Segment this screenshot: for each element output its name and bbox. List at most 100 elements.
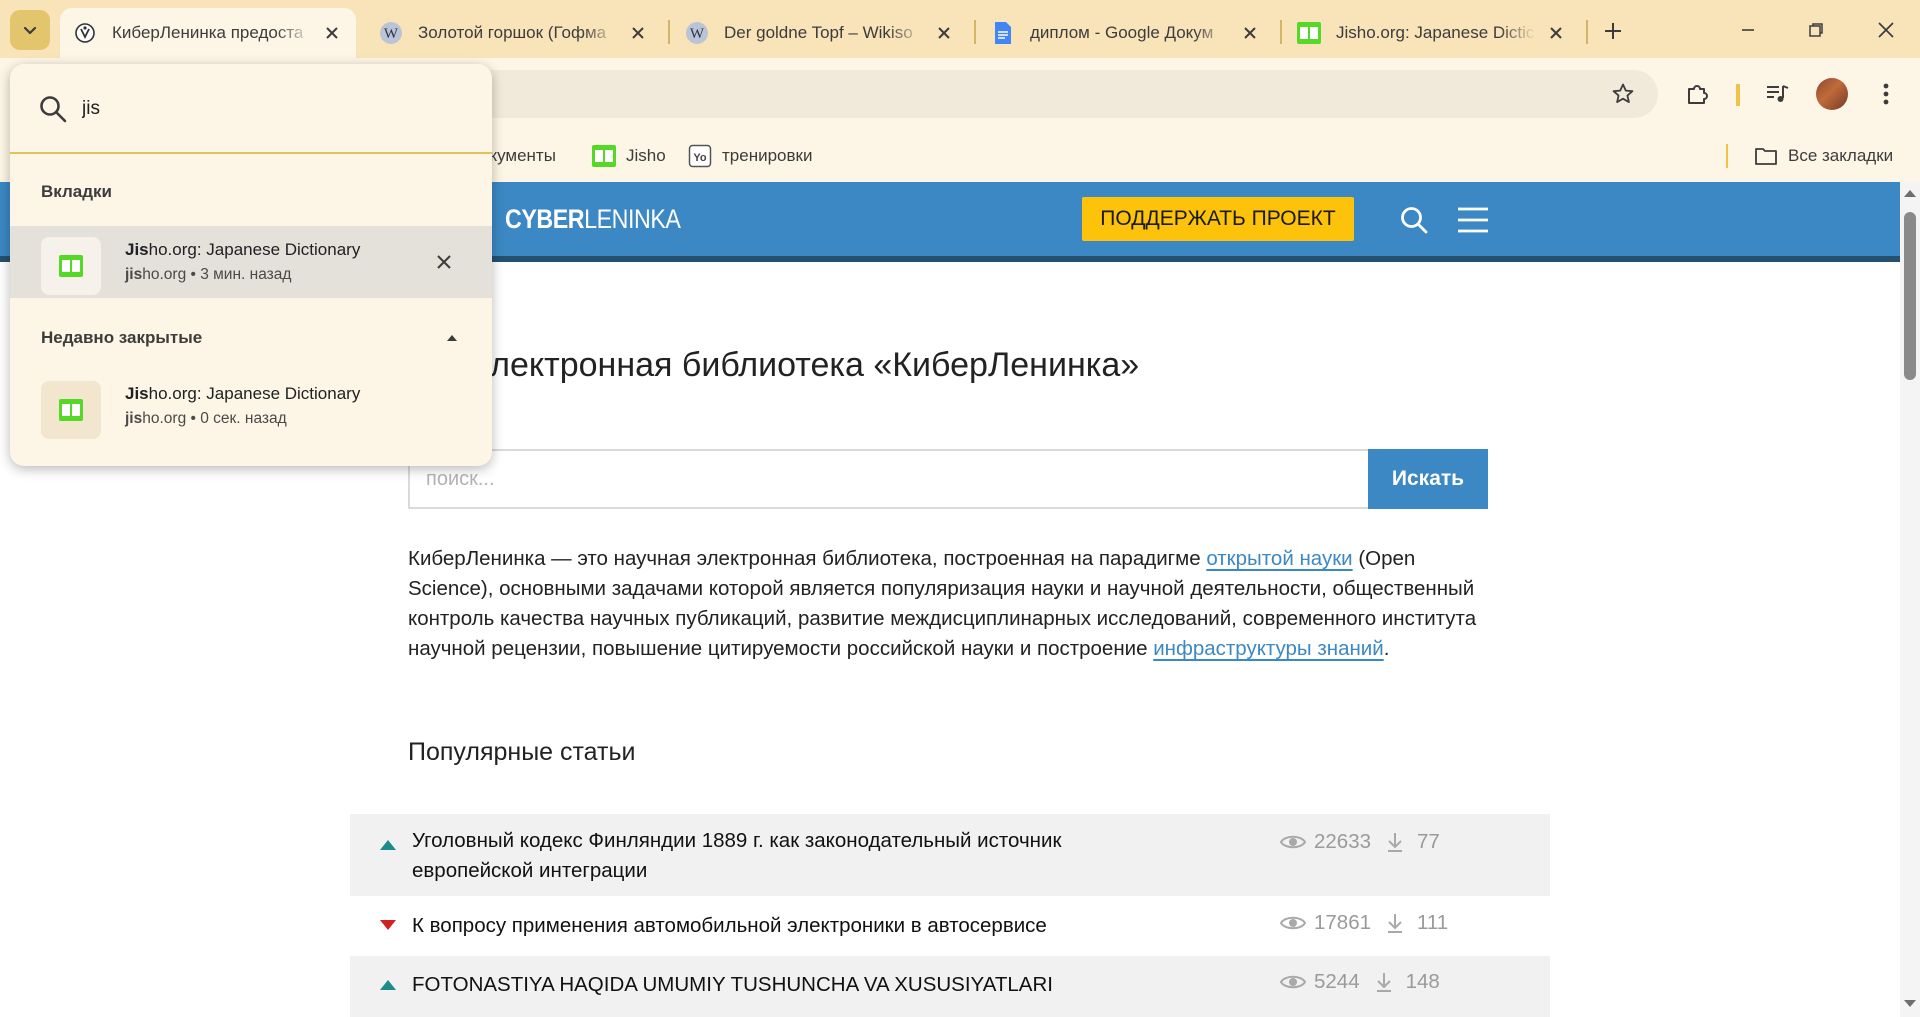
toolbar-divider <box>1738 84 1740 106</box>
chevron-down-icon <box>23 26 37 35</box>
page-scrollbar[interactable] <box>1900 182 1920 1017</box>
download-icon <box>1376 973 1391 992</box>
trend-up-icon <box>380 840 396 850</box>
logo-bold: CYBER <box>505 204 585 234</box>
article-title[interactable]: Уголовный кодекс Финляндии 1889 г. как з… <box>412 826 1142 886</box>
knowledge-infrastructure-link[interactable]: инфраструктуры знаний <box>1153 637 1384 660</box>
media-controls-button[interactable] <box>1756 72 1800 116</box>
article-title[interactable]: К вопросу применения автомобильной элект… <box>412 911 1142 941</box>
bookmark-trainings[interactable]: Yo тренировки <box>688 142 812 170</box>
tab-search-box <box>10 64 492 154</box>
tab-search-button[interactable] <box>10 10 50 50</box>
address-bar[interactable] <box>380 70 1658 118</box>
tab-google-docs[interactable]: диплом - Google Докум <box>978 8 1274 58</box>
result-title: Jisho.org: Japanese Dictionary <box>125 384 360 404</box>
recently-closed-section-title[interactable]: Недавно закрытые <box>41 328 202 348</box>
bookmark-star-button[interactable] <box>1600 71 1646 117</box>
site-search-form: Искать <box>408 449 1488 509</box>
more-vertical-icon <box>1883 83 1889 105</box>
result-subtitle: jisho.org • 3 мин. назад <box>125 266 291 284</box>
jisho-icon <box>1296 20 1322 46</box>
result-meta: • 0 сек. назад <box>186 410 287 427</box>
toolbar-divider <box>1736 84 1738 106</box>
minimize-button[interactable] <box>1724 12 1772 48</box>
tab-title: Jisho.org: Japanese Dictic <box>1336 23 1535 42</box>
tab-jisho[interactable]: Jisho.org: Japanese Dictic <box>1284 8 1580 58</box>
collapse-caret-icon[interactable] <box>447 335 457 341</box>
tab-separator <box>974 20 976 44</box>
all-bookmarks-label: Все закладки <box>1788 146 1894 165</box>
page-title: ная электронная библиотека «КиберЛенинка… <box>408 346 1140 384</box>
site-logo[interactable]: CYBERLENINKA <box>505 204 681 235</box>
article-title[interactable]: FOTONASTIYA HAQIDA UMUMIY TUSHUNCHA VA X… <box>412 970 1142 1000</box>
close-tab-icon[interactable] <box>626 21 650 45</box>
intro-paragraph: КиберЛенинка — это научная электронная б… <box>408 544 1490 664</box>
intro-text: . <box>1383 637 1390 660</box>
bookmark-label: Jisho <box>626 146 666 165</box>
site-search-input[interactable] <box>408 449 1368 509</box>
all-bookmarks-button[interactable]: Все закладки <box>1754 142 1893 170</box>
result-title: Jisho.org: Japanese Dictionary <box>125 240 360 260</box>
domain-rest: ho.org <box>142 266 187 283</box>
tab-separator <box>668 20 670 44</box>
domain-match: jis <box>125 410 143 427</box>
intro-text: КиберЛенинка — это научная электронная б… <box>408 547 1207 570</box>
browser-menu-button[interactable] <box>1864 72 1908 116</box>
scroll-down-icon[interactable] <box>1904 1000 1916 1007</box>
extensions-button[interactable] <box>1676 72 1720 116</box>
tab-wikisource[interactable]: W Der goldne Topf – Wikiso <box>672 8 968 58</box>
close-window-button[interactable] <box>1862 12 1910 48</box>
recently-closed-result[interactable]: Jisho.org: Japanese Dictionary jisho.org… <box>10 370 492 442</box>
downloads-count: 77 <box>1417 830 1440 853</box>
new-tab-button[interactable] <box>1596 14 1630 48</box>
article-row[interactable]: FOTONASTIYA HAQIDA UMUMIY TUSHUNCHA VA X… <box>350 956 1550 1017</box>
article-stats: 17861 111 <box>1280 911 1448 935</box>
result-subtitle: jisho.org • 0 сек. назад <box>125 410 287 428</box>
restore-button[interactable] <box>1792 12 1840 48</box>
views-count: 17861 <box>1314 911 1372 934</box>
bookmark-label: тренировки <box>722 146 813 165</box>
article-stats: 5244 148 <box>1280 970 1440 994</box>
article-row[interactable]: К вопросу применения автомобильной элект… <box>350 896 1550 956</box>
domain-rest: ho.org <box>142 410 187 427</box>
puzzle-icon <box>1688 85 1708 104</box>
scrollbar-thumb[interactable] <box>1904 212 1916 380</box>
title-match: Jis <box>125 384 149 403</box>
google-docs-icon <box>990 20 1016 46</box>
close-icon <box>1878 22 1894 38</box>
tab-cyberleninka[interactable]: КиберЛенинка предоста <box>60 8 356 58</box>
tab-separator <box>1586 20 1588 44</box>
open-tabs-section-title: Вкладки <box>41 182 112 201</box>
close-tab-icon[interactable] <box>1544 21 1568 45</box>
profile-avatar[interactable] <box>1816 78 1848 110</box>
scroll-up-icon[interactable] <box>1904 190 1916 197</box>
close-tab-result-button[interactable] <box>430 248 458 276</box>
tab-wikipedia[interactable]: W Золотой горшок (Гофма <box>366 8 662 58</box>
minimize-icon <box>1742 29 1754 31</box>
open-science-link[interactable]: открытой науки <box>1206 547 1352 570</box>
close-tab-icon[interactable] <box>1238 21 1262 45</box>
tab-search-result[interactable]: Jisho.org: Japanese Dictionary jisho.org… <box>10 226 492 298</box>
cyberleninka-icon <box>72 20 98 46</box>
site-search-button[interactable] <box>1396 202 1432 238</box>
bookmark-jisho[interactable]: Jisho <box>592 142 666 170</box>
article-stats: 22633 77 <box>1280 830 1440 854</box>
download-icon <box>1388 914 1403 933</box>
popular-articles-heading: Популярные статьи <box>408 738 636 766</box>
svg-text:W: W <box>690 26 705 42</box>
site-menu-button[interactable] <box>1455 202 1491 238</box>
logo-light: LENINKA <box>584 204 681 234</box>
close-tab-icon[interactable] <box>320 21 344 45</box>
close-tab-icon[interactable] <box>932 21 956 45</box>
trend-down-icon <box>380 920 396 930</box>
wikisource-icon: W <box>684 20 710 46</box>
views-count: 22633 <box>1314 830 1372 853</box>
support-project-button[interactable]: ПОДДЕРЖАТЬ ПРОЕКТ <box>1082 197 1354 241</box>
tab-search-input[interactable] <box>82 90 462 128</box>
eye-icon <box>1280 916 1306 930</box>
folder-icon <box>1754 144 1778 168</box>
svg-text:Yo: Yo <box>693 152 707 164</box>
eye-icon <box>1280 835 1306 849</box>
site-search-submit[interactable]: Искать <box>1368 449 1488 509</box>
article-row[interactable]: Уголовный кодекс Финляндии 1889 г. как з… <box>350 814 1550 896</box>
